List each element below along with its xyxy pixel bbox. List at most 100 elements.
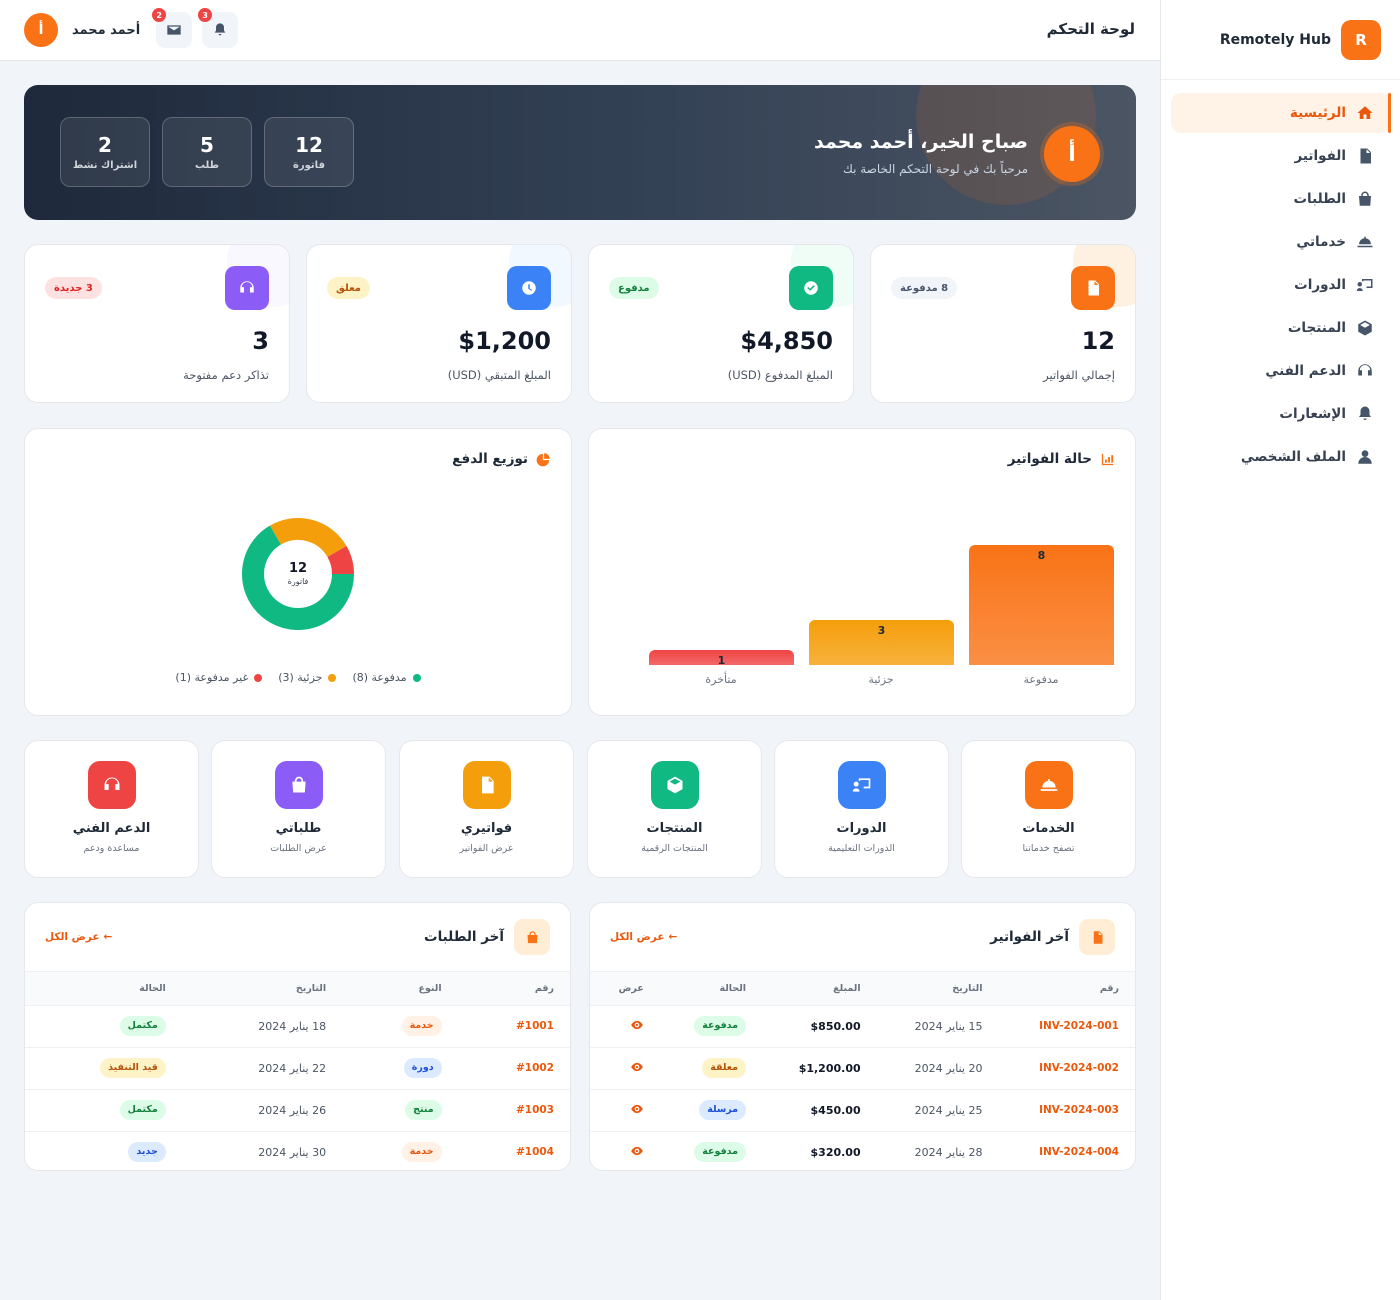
welcome-title: صباح الخير، أحمد محمد (813, 131, 1028, 153)
notifications-badge: 3 (198, 8, 213, 22)
stat-icon (507, 266, 551, 310)
invoice-icon (482, 776, 494, 794)
card-title: توزيع الدفع (452, 451, 551, 467)
stat-value: $4,850 (740, 327, 833, 355)
invoice-date: 20 يناير 2024 (914, 1061, 983, 1075)
sidebar-item-home[interactable]: الرئيسية (1171, 93, 1391, 133)
sidebar-item-label: الدعم الفني (1265, 363, 1346, 379)
order-number[interactable]: #1003 (458, 1089, 570, 1131)
sidebar-item-support[interactable]: الدعم الفني (1171, 351, 1390, 391)
headset-icon (240, 281, 254, 293)
notifications-button[interactable]: 3 (198, 8, 239, 48)
messages-button[interactable]: 2 (152, 8, 193, 48)
table-row[interactable]: INV-2024-001 15 يناير 2024 $850.00 مدفوعة (590, 1005, 1135, 1047)
brand[interactable]: R Remotely Hub (1161, 0, 1400, 80)
user-avatar[interactable]: أ (24, 13, 58, 47)
legend-label: جزئية (3) (278, 671, 323, 684)
service-bell-icon (1040, 779, 1058, 791)
view-all-invoices-link[interactable]: ← عرض الكل (610, 931, 677, 943)
invoice-date: 15 يناير 2024 (914, 1019, 983, 1033)
stat-card-total-invoices: 8 مدفوعة 12 إجمالي الفواتير (870, 244, 1136, 403)
home-icon (1357, 106, 1373, 119)
user-name[interactable]: أحمد محمد (72, 23, 140, 38)
user-icon (1358, 450, 1372, 464)
stat-label: إجمالي الفواتير (1043, 368, 1115, 382)
table-row[interactable]: #1001 خدمة 18 يناير 2024 مكتمل (25, 1005, 570, 1047)
sidebar-item-label: الإشعارات (1279, 406, 1346, 422)
bag-icon (1359, 191, 1371, 206)
welcome-avatar: أ (1044, 126, 1100, 182)
column-header: المبلغ (833, 982, 861, 994)
stat-label: المبلغ المتبقي (USD) (447, 368, 551, 382)
welcome-stat-label: فاتورة (293, 159, 325, 171)
welcome-stat-orders: 5 طلب (162, 117, 252, 187)
latest-invoices-table: رقم التاريخ المبلغ الحالة عرض INV-2024-0… (590, 972, 1135, 1170)
table-row[interactable]: INV-2024-004 28 يناير 2024 $320.00 مدفوعة (590, 1131, 1135, 1170)
eye-icon[interactable] (630, 1018, 644, 1032)
quick-link-services[interactable]: الخدمات تصفح خدماتنا (961, 740, 1136, 878)
quick-link-subtitle: مساعدة ودعم (83, 843, 140, 854)
table-row[interactable]: #1003 منتج 26 يناير 2024 مكتمل (25, 1089, 570, 1131)
box-icon (667, 776, 683, 794)
sidebar-nav: الرئيسية الفواتير الطلبات خدماتي الدورات… (1161, 80, 1400, 477)
quick-link-support[interactable]: الدعم الفني مساعدة ودعم (24, 740, 199, 878)
payment-distribution-chart: 12 فاتورة (241, 517, 355, 631)
check-circle-icon (804, 281, 818, 295)
payment-distribution-title: توزيع الدفع (452, 451, 528, 467)
sidebar-item-profile[interactable]: الملف الشخصي (1171, 437, 1390, 477)
view-all-orders-link[interactable]: ← عرض الكل (45, 931, 112, 943)
quick-link-invoices[interactable]: فواتيري عرض الفواتير (399, 740, 574, 878)
welcome-stat-value: 2 (98, 132, 112, 157)
stat-badge: معلق (327, 277, 370, 299)
sidebar-item-products[interactable]: المنتجات (1171, 308, 1390, 348)
quick-link-title: طلباتي (275, 821, 322, 836)
invoice-number[interactable]: INV-2024-003 (998, 1089, 1135, 1131)
bar-value-label: 8 (1037, 549, 1046, 562)
table-row[interactable]: INV-2024-003 25 يناير 2024 $450.00 مرسلة (590, 1089, 1135, 1131)
order-number[interactable]: #1002 (458, 1047, 570, 1089)
messages-badge: 2 (152, 8, 167, 22)
welcome-stat-subscriptions: 2 اشتراك نشط (60, 117, 150, 187)
sidebar-item-invoices[interactable]: الفواتير (1171, 136, 1390, 176)
bar-value-label: 1 (717, 654, 726, 667)
invoice-number[interactable]: INV-2024-001 (998, 1005, 1135, 1047)
eye-icon[interactable] (630, 1144, 644, 1158)
order-number[interactable]: #1004 (458, 1131, 570, 1170)
eye-icon[interactable] (630, 1102, 644, 1116)
eye-icon[interactable] (630, 1060, 644, 1074)
welcome-stat-label: اشتراك نشط (72, 159, 138, 171)
sidebar-item-label: الفواتير (1294, 148, 1346, 164)
service-bell-icon (1357, 236, 1373, 248)
invoice-number[interactable]: INV-2024-004 (998, 1131, 1135, 1170)
sidebar: R Remotely Hub الرئيسية الفواتير الطلبات… (1160, 0, 1400, 1300)
box-icon (1358, 320, 1372, 336)
arrow-left-icon: ← (103, 931, 113, 943)
table-row[interactable]: INV-2024-002 20 يناير 2024 $1,200.00 معلقة (590, 1047, 1135, 1089)
sidebar-item-orders[interactable]: الطلبات (1171, 179, 1390, 219)
quick-link-products[interactable]: المنتجات المنتجات الرقمية (587, 740, 762, 878)
sidebar-item-notifications[interactable]: الإشعارات (1171, 394, 1390, 434)
quick-link-courses[interactable]: الدورات الدورات التعليمية (774, 740, 949, 878)
sidebar-item-courses[interactable]: الدورات (1171, 265, 1390, 305)
stat-badge: 8 مدفوعة (891, 277, 958, 299)
welcome-subtitle: مرحباً بك في لوحة التحكم الخاصة بك (843, 162, 1028, 176)
invoice-number[interactable]: INV-2024-002 (998, 1047, 1135, 1089)
latest-orders-card: آخر الطلبات ← عرض الكل رقم النوع التاريخ… (24, 902, 571, 1171)
welcome-banner: أ صباح الخير، أحمد محمد مرحباً بك في لوح… (24, 85, 1136, 220)
quick-link-orders[interactable]: طلباتي عرض الطلبات (211, 740, 386, 878)
table-row[interactable]: #1002 دورة 22 يناير 2024 قيد التنفيذ (25, 1047, 570, 1089)
column-header: النوع (418, 982, 442, 994)
invoice-amount: $850.00 (810, 1019, 861, 1033)
table-row[interactable]: #1004 خدمة 30 يناير 2024 جديد (25, 1131, 570, 1170)
stat-icon (225, 266, 269, 310)
welcome-stat-value: 12 (295, 132, 323, 157)
column-header: الحالة (719, 982, 747, 994)
bell-icon (1359, 406, 1371, 420)
sidebar-item-services[interactable]: خدماتي (1171, 222, 1390, 262)
order-number[interactable]: #1001 (458, 1005, 570, 1047)
envelope-icon (167, 25, 181, 35)
quick-link-subtitle: تصفح خدماتنا (1022, 843, 1075, 854)
status-badge: مدفوعة (694, 1016, 747, 1036)
column-header: التاريخ (295, 982, 327, 994)
teacher-icon (1356, 279, 1373, 291)
